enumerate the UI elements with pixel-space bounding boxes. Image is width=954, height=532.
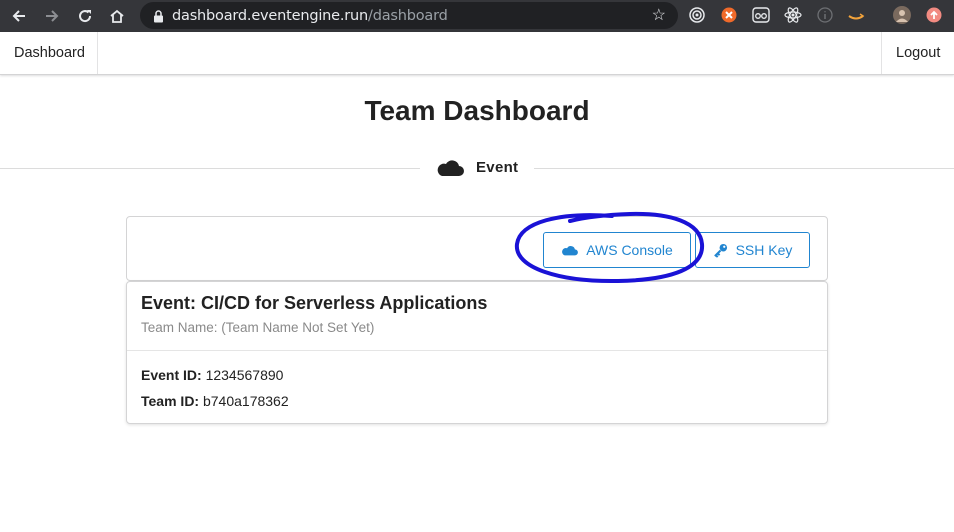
- section-header: Event: [436, 156, 518, 178]
- aws-console-button[interactable]: AWS Console: [543, 232, 691, 268]
- address-bar[interactable]: dashboard.eventengine.run/dashboard ☆: [140, 2, 678, 29]
- event-id-value: 1234567890: [205, 367, 284, 383]
- event-id-row: Event ID: 1234567890: [141, 367, 813, 393]
- nav-logout-link[interactable]: Logout: [881, 32, 954, 74]
- event-card: Event: CI/CD for Serverless Applications…: [126, 281, 828, 424]
- event-id-label: Event ID:: [141, 367, 202, 383]
- page-title: Team Dashboard: [364, 95, 590, 126]
- profile-avatar[interactable]: [893, 6, 911, 24]
- amazon-icon[interactable]: [847, 6, 865, 24]
- event-title: Event: CI/CD for Serverless Applications: [141, 293, 488, 313]
- glasses-icon[interactable]: [752, 6, 770, 24]
- team-id-value: b740a178362: [202, 393, 289, 409]
- browser-toolbar: dashboard.eventengine.run/dashboard ☆: [0, 0, 954, 32]
- url-host: dashboard.eventengine.run: [172, 7, 369, 24]
- forward-icon[interactable]: [39, 0, 65, 32]
- nav-dashboard-link[interactable]: Dashboard: [0, 32, 98, 74]
- update-icon[interactable]: [925, 6, 943, 24]
- back-icon[interactable]: [6, 0, 32, 32]
- bookmark-star-icon[interactable]: ☆: [652, 5, 666, 25]
- target-icon[interactable]: [688, 6, 706, 24]
- aws-console-label: AWS Console: [586, 242, 673, 258]
- event-card-body: Event ID: 1234567890 Team ID: b740a17836…: [127, 351, 827, 435]
- lock-icon: [152, 9, 164, 23]
- key-icon: [713, 243, 728, 258]
- team-id-row: Team ID: b740a178362: [141, 393, 813, 419]
- ssh-key-label: SSH Key: [735, 242, 793, 258]
- reload-icon[interactable]: [72, 0, 98, 32]
- top-menu: Dashboard Logout: [0, 32, 954, 75]
- section-divider-right: [534, 168, 954, 169]
- ssh-key-button[interactable]: SSH Key: [695, 232, 810, 268]
- team-id-label: Team ID:: [141, 393, 200, 409]
- section-title: Event: [476, 158, 519, 176]
- orange-x-icon[interactable]: [720, 6, 738, 24]
- react-icon[interactable]: [784, 6, 802, 24]
- cloud-icon: [436, 157, 464, 177]
- event-card-header: Event: CI/CD for Serverless Applications…: [127, 282, 827, 351]
- info-icon[interactable]: [816, 6, 834, 24]
- home-icon[interactable]: [104, 0, 130, 32]
- cloud-icon: [561, 244, 579, 256]
- section-divider-left: [0, 168, 420, 169]
- team-name: Team Name: (Team Name Not Set Yet): [141, 320, 375, 335]
- url-path: /dashboard: [368, 7, 448, 24]
- action-bar: AWS Console SSH Key: [126, 216, 828, 281]
